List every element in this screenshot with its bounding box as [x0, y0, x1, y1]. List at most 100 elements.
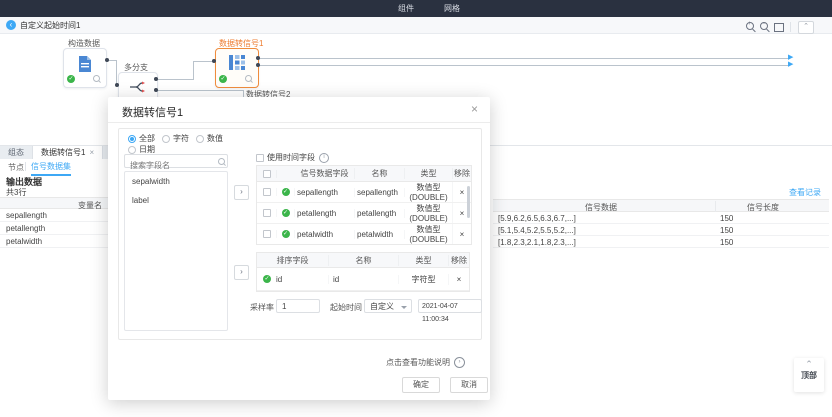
node-preview-icon[interactable] [245, 75, 254, 84]
tab-overview[interactable]: 组态 [0, 146, 33, 159]
scrollbar[interactable] [467, 186, 470, 218]
subtab-node[interactable]: 节点 [8, 162, 24, 173]
back-icon[interactable]: ‹ [6, 20, 16, 30]
radio-string[interactable]: 字符 [162, 133, 189, 144]
cell-value: petallength [6, 224, 45, 233]
table-row[interactable]: ✓ id id 字符型 × [257, 268, 469, 291]
radio-numeric[interactable]: 数值 [196, 133, 223, 144]
table-icon [228, 54, 246, 71]
data-to-signal-dialog: 数据转信号1 × 全部 字符 数值 日期 sepalwidth label [108, 97, 490, 400]
node-input-port[interactable] [212, 59, 216, 63]
top-menu-item-2[interactable]: 网格 [444, 3, 460, 14]
node-input-port[interactable] [115, 83, 119, 87]
remove-icon[interactable]: × [453, 230, 471, 239]
subtab-signal-dataset[interactable]: 信号数据集 [31, 161, 71, 176]
cell-value: id [329, 275, 399, 284]
dialog-divider [108, 122, 490, 123]
top-menu: 组件 网格 [398, 0, 460, 17]
remove-icon[interactable]: × [449, 275, 469, 284]
use-time-field-checkbox[interactable]: 使用时间字段 i [256, 152, 329, 163]
cell-value: [5.9,6.2,6.5,6.3,6.7,...] [498, 214, 576, 223]
cell-value: sepallength [355, 188, 405, 197]
cell-value: sepallength [295, 188, 355, 197]
fit-view-icon[interactable] [774, 22, 784, 32]
valid-icon: ✓ [263, 275, 271, 283]
help-link[interactable]: 点击查看功能说明 › [386, 357, 465, 368]
top-menu-item-1[interactable]: 组件 [398, 3, 414, 14]
valid-icon: ✓ [282, 188, 290, 196]
cell-value: id [276, 275, 282, 284]
row-checkbox[interactable] [263, 209, 271, 217]
row-checkbox[interactable] [263, 230, 271, 238]
tab-data-to-signal-1[interactable]: 数据转信号1× [33, 146, 103, 159]
edge-arrow-icon: ▶ [788, 54, 793, 61]
dialog-title: 数据转信号1 [122, 104, 183, 120]
radio-icon [196, 135, 204, 143]
node-data-to-signal[interactable]: ✓ [215, 48, 259, 88]
start-time-mode-select[interactable]: 自定义 [364, 299, 412, 313]
field-list: sepalwidth label [124, 171, 228, 331]
list-item[interactable]: sepalwidth [125, 172, 227, 191]
cancel-button[interactable]: 取消 [450, 377, 488, 393]
collapse-canvas-button[interactable]: ⌃ [798, 21, 814, 34]
app-window: 组件 网格 ‹ 自定义起始时间1 + − ⌃ ▶ ▶ 构造数据 ✓ [0, 0, 832, 417]
split-icon [129, 80, 147, 94]
cell-value: 150 [720, 238, 733, 247]
cell-value: petallength [355, 209, 405, 218]
table-row[interactable]: ✓ petalwidth petalwidth 数值型(DOUBLE) × [257, 224, 471, 245]
ok-button[interactable]: 确定 [402, 377, 440, 393]
cell-value: 数值型(DOUBLE) [405, 224, 453, 244]
zoom-in-icon[interactable]: + [746, 22, 756, 32]
start-time-input[interactable]: 2021-04-07 11:00:34 [418, 299, 482, 313]
top-bar: 组件 网格 [0, 0, 832, 17]
checkbox-label: 使用时间字段 [267, 152, 315, 163]
close-icon[interactable]: × [471, 102, 478, 116]
node-output-port[interactable] [105, 58, 109, 62]
subtab-divider [25, 162, 26, 171]
edge-line [259, 65, 789, 66]
search-icon [218, 158, 227, 167]
valid-icon: ✓ [282, 230, 290, 238]
valid-icon: ✓ [282, 209, 290, 217]
sample-rate-input[interactable]: 1 [276, 299, 320, 313]
view-records-link[interactable]: 查看记录 [789, 187, 821, 198]
cell-value: [1.8,2.3,2.1,1.8,2.3,...] [498, 238, 576, 247]
radio-label: 数值 [207, 133, 223, 144]
help-circle-icon: › [454, 357, 465, 368]
table-row[interactable]: [1.8,2.3,2.1,1.8,2.3,...] 150 [493, 236, 829, 248]
node-construct-data[interactable]: ✓ [63, 48, 107, 88]
cell-value: petalwidth [6, 237, 42, 246]
table-row[interactable]: ✓ sepallength sepallength 数值型(DOUBLE) × [257, 182, 471, 203]
node-preview-icon[interactable] [93, 75, 102, 84]
toolbar-divider [790, 22, 791, 32]
zoom-out-icon[interactable]: − [760, 22, 770, 32]
close-tab-icon[interactable]: × [89, 148, 94, 157]
table-row[interactable]: ✓ petallength petallength 数值型(DOUBLE) × [257, 203, 471, 224]
node-success-icon: ✓ [67, 75, 75, 83]
transfer-right-button[interactable]: › [234, 185, 249, 200]
signal-field-table: 信号数据字段 名称 类型 移除 ✓ sepallength sepallengt… [256, 165, 472, 245]
table-row[interactable]: [5.9,6.2,6.5,6.3,6.7,...] 150 [493, 212, 829, 224]
cell-value: petalwidth [295, 230, 355, 239]
edge-line [116, 60, 117, 85]
radio-all[interactable]: 全部 [128, 133, 155, 144]
column-header: 名称 [355, 168, 405, 179]
radio-icon [128, 135, 136, 143]
node-output-port[interactable] [154, 88, 158, 92]
column-divider [715, 201, 716, 212]
node-output-port[interactable] [154, 77, 158, 81]
sample-rate-label: 采样率 [250, 302, 274, 313]
node-output-port[interactable] [256, 63, 260, 67]
field-search[interactable] [124, 154, 228, 168]
info-icon[interactable]: i [319, 153, 329, 163]
node-output-port[interactable] [256, 56, 260, 60]
cell-value: 字符型 [399, 274, 449, 285]
list-item[interactable]: label [125, 191, 227, 210]
transfer-right-button-2[interactable]: › [234, 265, 249, 280]
row-checkbox[interactable] [263, 188, 271, 196]
search-input[interactable] [125, 160, 218, 172]
select-all-checkbox[interactable] [263, 170, 271, 178]
table-row[interactable]: [5.1,5.4,5.2,5.5,5.2,...] 150 [493, 224, 829, 236]
column-header: 移除 [449, 255, 469, 266]
back-to-top-button[interactable]: ⌃ 顶部 [794, 358, 824, 392]
